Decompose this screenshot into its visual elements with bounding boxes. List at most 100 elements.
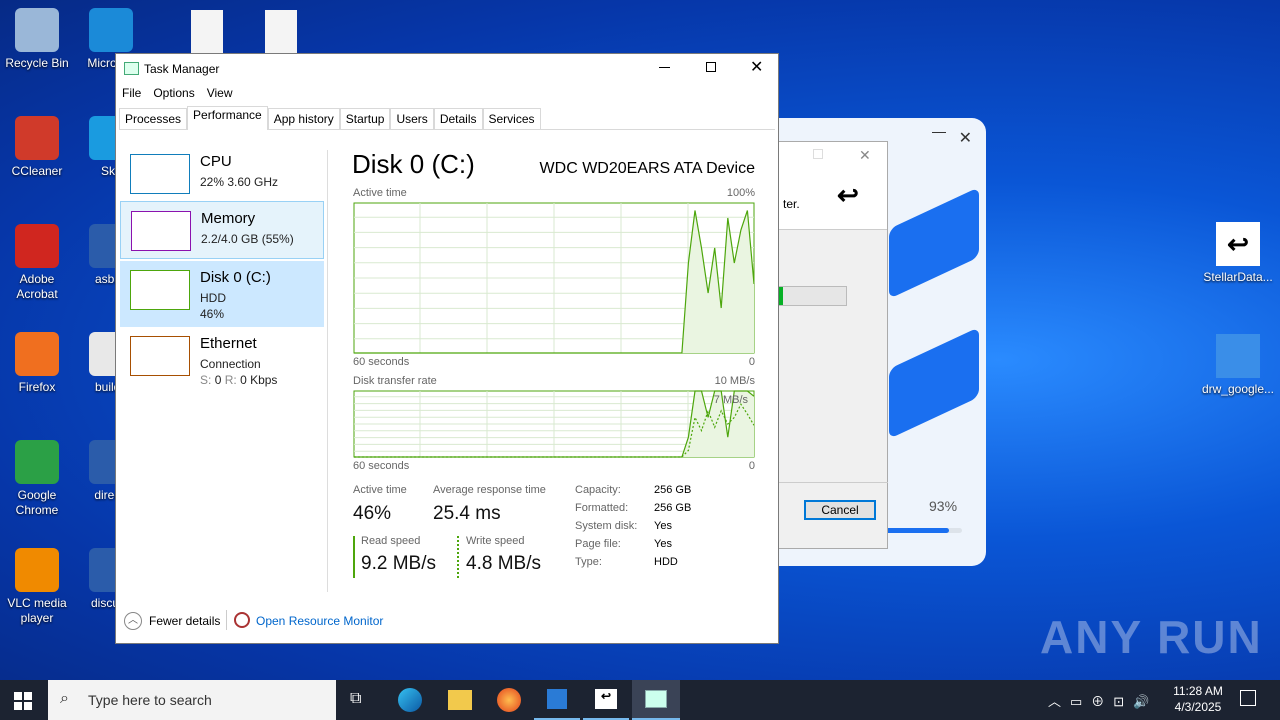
desktop-icon[interactable]: Firefox <box>0 332 74 395</box>
window-title: Task Manager <box>144 62 220 76</box>
transfer-rate-mid: 7 MB/s <box>713 394 748 406</box>
device-name: WDC WD20EARS ATA Device <box>539 160 755 177</box>
search-placeholder: Type here to search <box>88 692 212 708</box>
active-time-stat-label: Active time <box>353 484 407 496</box>
time-span-label: 60 seconds <box>353 460 410 472</box>
tab-startup[interactable]: Startup <box>339 108 391 129</box>
write-speed-value: 4.8 MB/s <box>466 553 541 574</box>
task-manager-taskbar-button[interactable] <box>632 680 680 720</box>
transfer-rate-graph <box>353 390 755 458</box>
menu-options[interactable]: Options <box>153 86 194 100</box>
tab-processes[interactable]: Processes <box>119 108 188 129</box>
illustration <box>889 187 979 299</box>
desktop-icon[interactable]: Adobe Acrobat <box>0 224 74 302</box>
prop-label: Capacity: <box>575 484 621 496</box>
mini-graph <box>130 154 190 194</box>
taskbar: ⌕ Type here to search ⧉ ↩ ︿▭⊕⊡🔊 11:28 AM… <box>0 680 1280 720</box>
write-speed-label: Write speed <box>466 535 525 547</box>
tab-details[interactable]: Details <box>433 108 483 129</box>
prop-value: Yes <box>654 520 672 532</box>
active-time-max: 100% <box>726 187 755 199</box>
sidebar-item-memory[interactable]: Memory 2.2/4.0 GB (55%) <box>120 201 324 259</box>
stellar-taskbar-button[interactable]: ↩ <box>583 680 629 720</box>
prop-value: Yes <box>654 538 672 550</box>
app-icon <box>15 332 59 376</box>
app-icon: ↩ <box>1216 222 1260 266</box>
file-icon[interactable] <box>244 10 318 58</box>
firefox-taskbar-icon[interactable] <box>497 688 521 712</box>
app-icon <box>1216 334 1260 378</box>
close-button[interactable]: ✕ <box>750 57 763 77</box>
file-explorer-icon[interactable] <box>448 690 472 710</box>
app-icon <box>15 548 59 592</box>
notifications-icon[interactable] <box>1240 690 1256 706</box>
tab-bar: Processes Performance App history Startup Us… <box>119 106 775 130</box>
menu-view[interactable]: View <box>207 86 233 100</box>
menu-file[interactable]: File <box>122 86 141 100</box>
task-view-icon[interactable]: ⧉ <box>350 690 361 708</box>
prop-value: HDD <box>654 556 678 568</box>
title-bar[interactable]: Task Manager ✕ <box>116 54 778 84</box>
mini-graph <box>130 336 190 376</box>
search-icon: ⌕ <box>60 690 69 707</box>
app-taskbar-button[interactable] <box>534 680 580 720</box>
minimize-button[interactable] <box>659 67 670 68</box>
desktop-icon[interactable]: VLC media player <box>0 548 74 626</box>
prop-label: System disk: <box>575 520 638 532</box>
axis-zero: 0 <box>748 460 755 472</box>
close-icon[interactable]: ✕ <box>959 128 972 148</box>
mini-graph <box>130 270 190 310</box>
tab-services[interactable]: Services <box>482 108 541 129</box>
app-icon <box>15 440 59 484</box>
clock[interactable]: 11:28 AM 4/3/2025 <box>1160 684 1236 714</box>
chevron-up-icon[interactable]: ︿ <box>124 612 142 630</box>
system-tray-icons[interactable]: ︿▭⊕⊡🔊 <box>1048 691 1158 710</box>
app-icon <box>15 224 59 268</box>
close-icon[interactable]: ✕ <box>859 147 871 164</box>
page-title: Disk 0 (C:) <box>352 149 475 179</box>
desktop-icon[interactable]: CCleaner <box>0 116 74 179</box>
desktop-icon[interactable]: Google Chrome <box>0 440 74 518</box>
task-manager-icon <box>124 62 139 75</box>
app-icon <box>15 116 59 160</box>
minimize-icon[interactable] <box>932 132 946 133</box>
cancel-button[interactable]: Cancel <box>804 500 876 520</box>
active-time-graph <box>353 202 755 354</box>
open-resource-monitor-link[interactable]: Open Resource Monitor <box>256 614 383 628</box>
fewer-details-button[interactable]: Fewer details <box>149 614 220 628</box>
tab-app-history[interactable]: App history <box>267 108 340 129</box>
app-icon <box>15 8 59 52</box>
menu-bar: File Options View <box>122 86 245 100</box>
tab-performance[interactable]: Performance <box>187 106 268 130</box>
desktop-icon[interactable]: ↩ StellarData... <box>1200 222 1276 285</box>
avg-response-value: 25.4 ms <box>433 503 501 524</box>
edge-taskbar-icon[interactable] <box>398 688 422 712</box>
search-box[interactable]: ⌕ Type here to search <box>48 680 336 720</box>
illustration <box>889 327 979 439</box>
axis-zero: 0 <box>748 356 755 368</box>
read-speed-value: 9.2 MB/s <box>361 553 436 574</box>
sidebar-item-cpu[interactable]: CPU 22% 3.60 GHz <box>120 145 324 203</box>
dialog-text: ter. <box>783 197 800 211</box>
desktop-icon[interactable]: Recycle Bin <box>0 8 74 71</box>
read-speed-label: Read speed <box>361 535 421 547</box>
prop-label: Formatted: <box>575 502 629 514</box>
watermark: ANY RUN <box>1040 611 1263 663</box>
tab-users[interactable]: Users <box>390 108 434 129</box>
task-manager-window: Task Manager ✕ File Options View Processes… <box>115 53 779 644</box>
active-time-label: Active time <box>353 187 407 199</box>
active-time-value: 46% <box>353 503 392 524</box>
desktop-icon[interactable]: drw_google... <box>1200 334 1276 397</box>
sidebar-item-ethernet[interactable]: Ethernet Connection S: 0 R: 0 Kbps <box>120 327 324 387</box>
prop-label: Page file: <box>575 538 621 550</box>
prop-label: Type: <box>575 556 602 568</box>
prop-value: 256 GB <box>654 502 692 514</box>
avg-response-label: Average response time <box>433 484 546 496</box>
stellar-icon: ↩ <box>595 689 617 709</box>
sidebar-item-disk[interactable]: Disk 0 (C:) HDD 46% <box>120 261 324 327</box>
mini-graph <box>131 211 191 251</box>
maximize-button[interactable] <box>706 62 716 72</box>
start-button[interactable] <box>14 692 32 710</box>
file-icon[interactable] <box>170 10 244 58</box>
progress-percent: 93% <box>929 498 958 514</box>
